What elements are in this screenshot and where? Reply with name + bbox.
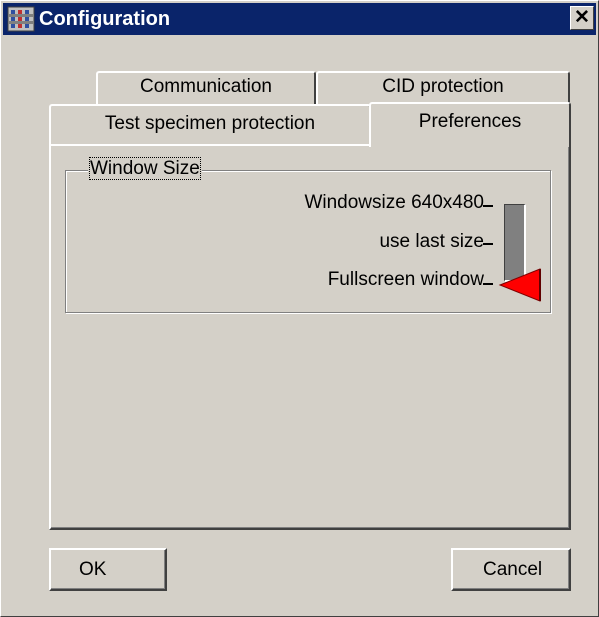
slider-tick <box>483 283 493 285</box>
group-legend: Window Size <box>88 157 202 180</box>
tab-test-specimen-protection[interactable]: Test specimen protection <box>49 104 371 146</box>
cancel-label: Cancel <box>483 559 543 580</box>
title-bar[interactable]: Configuration ✕ <box>3 3 596 35</box>
tab-label: Preferences <box>418 111 522 132</box>
option-fullscreen-window[interactable]: Fullscreen window <box>328 269 484 291</box>
group-legend-text: Window Size <box>89 157 201 180</box>
app-icon <box>7 6 35 32</box>
option-use-last-size[interactable]: use last size <box>379 231 484 253</box>
slider-tick <box>483 243 493 245</box>
window-size-group: Window Size Windowsize 640x480 use last … <box>65 157 551 313</box>
configuration-dialog: Configuration ✕ Communication CID protec… <box>0 0 599 617</box>
slider-thumb[interactable] <box>498 267 542 303</box>
tab-preferences[interactable]: Preferences <box>369 102 571 147</box>
window-title: Configuration <box>39 8 171 30</box>
close-icon: ✕ <box>574 7 590 28</box>
close-button[interactable]: ✕ <box>570 6 594 30</box>
ok-label: OK <box>79 559 107 580</box>
tab-communication[interactable]: Communication <box>96 71 316 104</box>
tab-cid-protection[interactable]: CID protection <box>316 71 570 104</box>
tab-label: Test specimen protection <box>104 113 316 134</box>
preferences-panel: Window Size Windowsize 640x480 use last … <box>49 144 571 530</box>
slider-tick <box>483 205 493 207</box>
tab-label: Communication <box>140 76 272 97</box>
ok-button[interactable]: OK <box>49 548 167 591</box>
tab-label: CID protection <box>382 76 504 97</box>
cancel-button[interactable]: Cancel <box>451 548 571 591</box>
option-windowsize-640x480[interactable]: Windowsize 640x480 <box>304 192 484 214</box>
